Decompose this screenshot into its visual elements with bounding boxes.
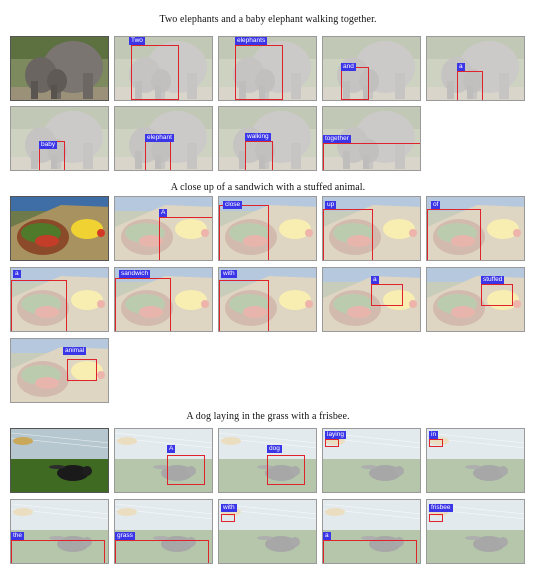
attention-map-2-2: close (218, 196, 317, 261)
attention-box (429, 439, 443, 447)
word-tag: a (13, 270, 21, 278)
word-tag: of (431, 201, 441, 209)
attention-map-3-8: a (322, 499, 421, 564)
attention-map-2-8: a (322, 267, 421, 332)
word-tag: elephants (235, 37, 268, 45)
attention-map-2-3: up (322, 196, 421, 261)
word-tag: baby (39, 141, 58, 149)
attention-box (429, 514, 443, 522)
attention-map-2-6: sandwich (114, 267, 213, 332)
attention-map-1-6: elephant (114, 106, 213, 171)
caption-2: A close up of a sandwich with a stuffed … (170, 182, 366, 193)
attention-map-2-10: animal (10, 338, 109, 403)
attention-map-2-7: with (218, 267, 317, 332)
attention-box (67, 359, 97, 381)
attention-box (323, 209, 373, 260)
attention-box (219, 280, 269, 331)
attention-fade (323, 37, 420, 100)
word-tag: and (341, 63, 356, 71)
attention-map-1-1: Two (114, 36, 213, 101)
word-tag: a (457, 63, 465, 71)
attention-map-1-8: together (322, 106, 421, 171)
attention-box (245, 141, 273, 170)
word-tag: with (221, 504, 237, 512)
word-tag: close (223, 201, 243, 209)
attention-map-3-6: grass (114, 499, 213, 564)
attention-map-3-1: A (114, 428, 213, 493)
caption-1: Two elephants and a baby elephant walkin… (159, 14, 377, 25)
word-tag: animal (63, 347, 87, 355)
attention-box (427, 209, 481, 260)
word-tag: laying (325, 431, 346, 439)
original-image-1 (10, 36, 109, 101)
word-tag: with (221, 270, 237, 278)
word-tag: A (159, 209, 168, 217)
attention-box (323, 540, 417, 563)
word-tag: walking (245, 133, 271, 141)
attention-box (371, 284, 403, 306)
word-tag: in (429, 431, 439, 439)
attention-box (159, 217, 212, 260)
attention-map-3-2: dog (218, 428, 317, 493)
attention-map-3-5: the (10, 499, 109, 564)
attention-map-2-4: of (426, 196, 525, 261)
word-tag: grass (115, 532, 135, 540)
attention-box (325, 439, 339, 447)
attention-box (145, 141, 171, 170)
attention-map-1-4: a (426, 36, 525, 101)
attention-box (323, 143, 420, 170)
word-tag: Two (129, 37, 145, 45)
word-tag: elephant (145, 134, 174, 142)
attention-box (221, 514, 235, 522)
attention-map-1-7: walking (218, 106, 317, 171)
attention-box (11, 280, 67, 331)
attention-box (267, 455, 305, 485)
attention-box (115, 540, 209, 563)
attention-map-1-3: and (322, 36, 421, 101)
attention-box (481, 284, 513, 306)
caption-3: A dog laying in the grass with a frisbee… (186, 411, 350, 422)
attention-box (219, 205, 269, 260)
attention-map-2-5: a (10, 267, 109, 332)
word-tag: stuffed (481, 276, 505, 284)
word-tag: up (325, 201, 337, 209)
attention-box (457, 71, 483, 100)
attention-box (167, 455, 205, 485)
attention-map-3-4: in (426, 428, 525, 493)
attention-box (11, 540, 105, 563)
attention-box (115, 278, 171, 331)
word-tag: A (167, 445, 176, 453)
original-image-2 (10, 196, 109, 261)
attention-box (235, 45, 283, 100)
word-tag: a (371, 276, 379, 284)
word-tag: dog (267, 445, 282, 453)
attention-map-1-5: baby (10, 106, 109, 171)
original-image-3 (10, 428, 109, 493)
attention-map-2-1: A (114, 196, 213, 261)
attention-box (341, 67, 369, 100)
attention-map-2-9: stuffed (426, 267, 525, 332)
attention-box (131, 45, 179, 100)
word-tag: a (323, 532, 331, 540)
attention-map-3-9: frisbee (426, 499, 525, 564)
word-tag: together (323, 135, 351, 143)
word-tag: the (11, 532, 25, 540)
attention-map-1-2: elephants (218, 36, 317, 101)
word-tag: sandwich (119, 270, 151, 278)
attention-map-3-7: with (218, 499, 317, 564)
attention-map-3-3: laying (322, 428, 421, 493)
word-tag: frisbee (429, 504, 453, 512)
